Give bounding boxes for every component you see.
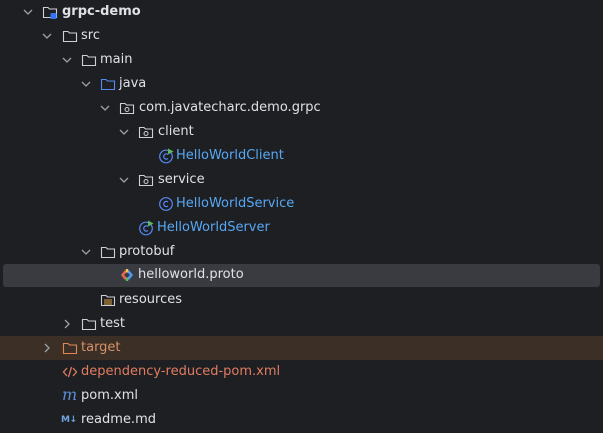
tree-label-dependency-reduced-pom: dependency-reduced-pom.xml (81, 364, 281, 379)
excluded-folder-icon (62, 342, 78, 355)
package-icon (138, 174, 154, 187)
package-icon (138, 126, 154, 139)
tree-label-client: client (158, 124, 194, 139)
source-root-folder-icon (100, 78, 116, 91)
chevron-down-icon[interactable] (23, 7, 33, 17)
package-icon (119, 102, 135, 115)
folder-icon (100, 246, 116, 259)
tree-label-main: main (100, 52, 133, 67)
tree-node-src[interactable]: src (0, 24, 603, 48)
tree-node-grpc-demo[interactable]: grpc-demo (0, 0, 603, 24)
chevron-right-icon[interactable] (42, 343, 52, 353)
class-icon (159, 197, 173, 211)
tree-label-service: service (158, 172, 205, 187)
chevron-right-icon[interactable] (62, 319, 72, 329)
tree-node-readme[interactable]: M↓ readme.md (0, 408, 603, 432)
tree-node-client[interactable]: client (0, 120, 603, 144)
tree-label-package: com.javatecharc.demo.grpc (139, 100, 321, 115)
runnable-class-icon (159, 148, 174, 164)
tree-node-test[interactable]: test (0, 312, 603, 336)
tree-label-helloworldserver: HelloWorldServer (157, 220, 270, 235)
tree-node-helloworld-proto[interactable]: helloworld.proto (3, 264, 600, 287)
tree-node-resources[interactable]: resources (0, 288, 603, 312)
chevron-down-icon[interactable] (81, 247, 91, 257)
runnable-class-icon (139, 220, 154, 236)
chevron-down-icon[interactable] (119, 127, 129, 137)
chevron-down-icon[interactable] (119, 175, 129, 185)
tree-label-java: java (119, 76, 147, 91)
tree-node-java[interactable]: java (0, 72, 603, 96)
tree-label-helloworldclient: HelloWorldClient (176, 148, 284, 163)
tree-label-helloworldservice: HelloWorldService (176, 196, 295, 211)
maven-icon: m (62, 385, 78, 404)
tree-node-helloworldservice[interactable]: HelloWorldService (0, 192, 603, 216)
chevron-down-icon[interactable] (42, 31, 52, 41)
protobuf-file-icon (121, 269, 133, 281)
xml-file-icon (62, 366, 78, 378)
tree-node-main[interactable]: main (0, 48, 603, 72)
tree-label-protobuf: protobuf (119, 244, 175, 259)
tree-node-pom[interactable]: m pom.xml (0, 384, 603, 408)
tree-label-target: target (81, 340, 121, 355)
module-folder-icon (42, 6, 58, 19)
markdown-icon: M↓ (61, 415, 77, 425)
tree-label-src: src (81, 28, 100, 43)
folder-icon (62, 30, 78, 43)
project-tree: grpc-demo src main java com.javatecharc.… (0, 0, 603, 433)
tree-node-helloworldserver[interactable]: HelloWorldServer (0, 216, 603, 240)
tree-node-protobuf[interactable]: protobuf (0, 240, 603, 264)
tree-node-service[interactable]: service (0, 168, 603, 192)
tree-label-resources: resources (119, 292, 183, 307)
tree-node-helloworldclient[interactable]: HelloWorldClient (0, 144, 603, 168)
folder-icon (81, 318, 97, 331)
chevron-down-icon[interactable] (62, 55, 72, 65)
tree-node-dependency-reduced-pom[interactable]: dependency-reduced-pom.xml (0, 360, 603, 384)
tree-label-readme: readme.md (81, 412, 156, 427)
resources-root-folder-icon (100, 294, 116, 307)
chevron-down-icon[interactable] (81, 79, 91, 89)
tree-label-grpc-demo: grpc-demo (62, 4, 141, 19)
folder-icon (81, 54, 97, 67)
tree-label-test: test (100, 316, 125, 331)
tree-label-helloworld-proto: helloworld.proto (138, 267, 244, 282)
tree-label-pom: pom.xml (81, 388, 138, 403)
tree-node-package[interactable]: com.javatecharc.demo.grpc (0, 96, 603, 120)
chevron-down-icon[interactable] (100, 103, 110, 113)
tree-node-target[interactable]: target (0, 336, 603, 360)
